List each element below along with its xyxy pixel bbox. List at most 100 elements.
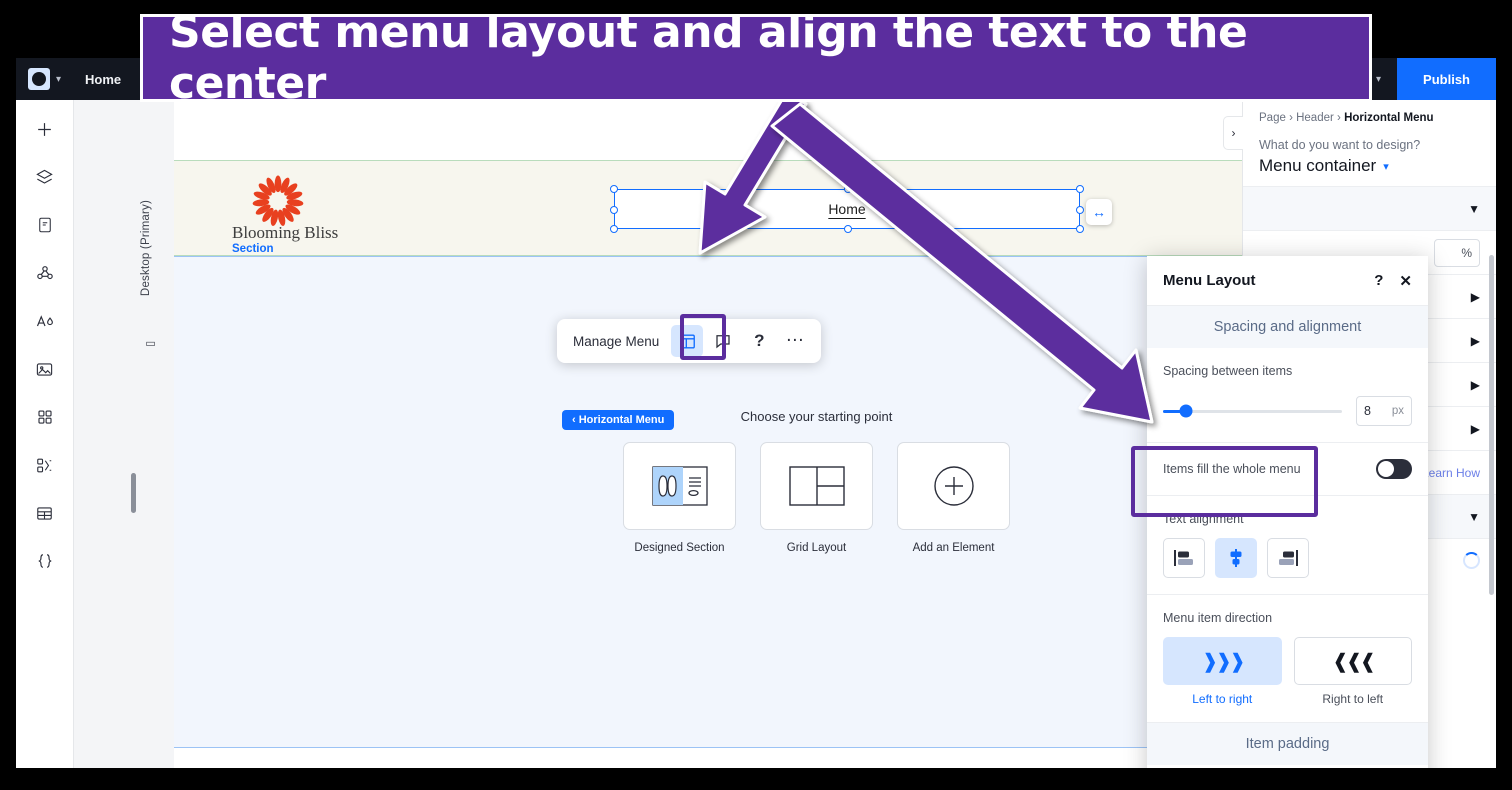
sidebar-item-pages[interactable] [28, 210, 62, 240]
card-label: Designed Section [634, 542, 725, 554]
menu-item-direction-block: Menu item direction ❱❱❱ Left to right ❰❰… [1147, 595, 1428, 723]
left-rail [16, 100, 74, 768]
wix-logo-icon[interactable] [28, 68, 50, 90]
more-button[interactable]: … [779, 325, 811, 357]
sidebar-item-layers[interactable] [28, 162, 62, 192]
tag-back-chevron: ‹ [572, 414, 576, 426]
spacing-slider[interactable] [1163, 404, 1342, 418]
layout-panel-icon [679, 333, 695, 349]
publish-button[interactable]: Publish [1397, 58, 1496, 100]
align-center-icon [1230, 549, 1242, 567]
inspector-scrollbar[interactable] [1489, 255, 1494, 595]
resize-handle-t[interactable] [844, 185, 852, 193]
popup-header: Menu Layout ? ✕ [1147, 256, 1428, 306]
resize-handle-tr[interactable] [1076, 185, 1084, 193]
sidebar-item-table[interactable] [28, 498, 62, 528]
triangle-right-icon: ▶ [1470, 333, 1480, 348]
sidebar-item-site-styles[interactable] [28, 306, 62, 336]
annotation-banner: Select menu layout and align the text to… [140, 7, 1372, 109]
menu-direction-label: Menu item direction [1163, 611, 1273, 625]
direction-rtl-option[interactable]: ❰❰❰ Right to left [1293, 637, 1412, 706]
text-alignment-block: Text alignment [1147, 496, 1428, 595]
more-dots-icon: … [785, 325, 806, 346]
menu-layout-popup: Menu Layout ? ✕ Spacing and alignment Sp… [1147, 256, 1428, 768]
sidebar-item-code[interactable] [28, 546, 62, 576]
plus-circle-icon [933, 466, 974, 506]
popup-section-item-padding: Item padding [1147, 723, 1428, 765]
breadcrumb-current: Horizontal Menu [1344, 112, 1434, 124]
wix-studio-editor: ▾ Home ▾ Publish Desktop (Primary) ▭ Blo… [16, 58, 1496, 768]
inspector-selection-dropdown[interactable]: Menu container ▾ [1243, 154, 1496, 186]
breadcrumb-page[interactable]: Page [1259, 112, 1286, 124]
manage-menu-button[interactable]: Manage Menu [573, 334, 659, 349]
card-grid-layout[interactable]: Grid Layout [760, 442, 873, 554]
chevrons-left-icon: ❰❰❰ [1332, 650, 1376, 673]
horizontal-resize-icon[interactable]: ↔ [1086, 199, 1112, 225]
triangle-down-icon: ▼ [1468, 509, 1480, 524]
align-center-button[interactable] [1215, 538, 1257, 578]
spacing-value-input[interactable]: 8 px [1356, 396, 1412, 426]
card-label: Grid Layout [786, 542, 847, 554]
menu-selection-box[interactable]: Home [610, 185, 1084, 233]
card-add-element[interactable]: Add an Element [897, 442, 1010, 554]
align-right-button[interactable] [1267, 538, 1309, 578]
direction-ltr-label: Left to right [1192, 692, 1253, 706]
resize-handle-bl[interactable] [610, 225, 618, 233]
sidebar-item-dev-mode[interactable] [28, 450, 62, 480]
menu-layout-button[interactable] [671, 325, 704, 357]
horizontal-padding-block: Horizontal padding [1147, 765, 1428, 768]
chevron-down-icon: ▾ [1376, 73, 1382, 85]
grid-layout-icon [788, 466, 845, 506]
inspector-selection-label: Menu container [1259, 156, 1377, 175]
popup-section-spacing-alignment: Spacing and alignment [1147, 306, 1428, 348]
triangle-right-icon: ▶ [1470, 421, 1480, 436]
panel-drag-handle[interactable] [131, 473, 136, 513]
chevron-down-icon[interactable]: ▾ [56, 74, 61, 85]
section-tag-label: Section [232, 243, 274, 255]
resize-handle-b[interactable] [844, 225, 852, 233]
current-page-label: Home [85, 71, 122, 87]
sidebar-item-apps[interactable] [28, 402, 62, 432]
items-fill-label: Items fill the whole menu [1163, 462, 1301, 476]
spacing-slider-thumb[interactable] [1179, 404, 1193, 418]
site-brand-name: Blooming Bliss [232, 223, 339, 242]
sidebar-item-cms[interactable] [28, 258, 62, 288]
close-x-icon[interactable]: ✕ [1399, 272, 1412, 290]
toggle-knob [1378, 461, 1394, 477]
align-left-button[interactable] [1163, 538, 1205, 578]
percent-field[interactable]: % [1434, 238, 1480, 267]
question-mark-icon[interactable]: ? [1374, 272, 1383, 289]
popup-title: Menu Layout [1163, 272, 1256, 289]
help-button[interactable]: ? [743, 325, 775, 357]
resize-handle-br[interactable] [1076, 225, 1084, 233]
learn-how-link[interactable]: Learn How [1422, 466, 1480, 480]
card-designed-section[interactable]: Designed Section [623, 442, 736, 554]
designed-section-icon [651, 466, 708, 506]
layers-icon [36, 169, 53, 184]
direction-ltr-option[interactable]: ❱❱❱ Left to right [1163, 637, 1282, 706]
comment-button[interactable] [707, 325, 739, 357]
loading-spinner-icon [1463, 552, 1480, 569]
breadcrumb-separator: › [1337, 112, 1341, 124]
spacing-value: 8 [1364, 404, 1371, 418]
sidebar-item-add-elements[interactable] [28, 114, 62, 144]
cms-icon [36, 266, 53, 280]
desktop-icon: ▭ [145, 338, 157, 351]
dev-mode-icon [37, 458, 52, 472]
inspector-section-row[interactable]: ▼ [1243, 186, 1496, 230]
table-icon [37, 506, 52, 520]
spacing-control-row: 8 px [1163, 396, 1412, 426]
inspector-collapse-button[interactable]: › [1223, 116, 1243, 150]
breadcrumb-header[interactable]: Header [1296, 112, 1334, 124]
items-fill-toggle[interactable] [1376, 459, 1412, 479]
media-image-icon [36, 362, 53, 376]
menu-item-home[interactable]: Home [828, 201, 865, 217]
percent-unit: % [1461, 245, 1472, 260]
resize-handle-r[interactable] [1076, 206, 1084, 214]
direction-rtl-label: Right to left [1322, 692, 1384, 706]
triangle-down-icon: ▼ [1468, 201, 1480, 216]
resize-handle-l[interactable] [610, 206, 618, 214]
element-tag-badge[interactable]: ‹ Horizontal Menu [562, 410, 675, 430]
sidebar-item-media[interactable] [28, 354, 62, 384]
resize-handle-tl[interactable] [610, 185, 618, 193]
